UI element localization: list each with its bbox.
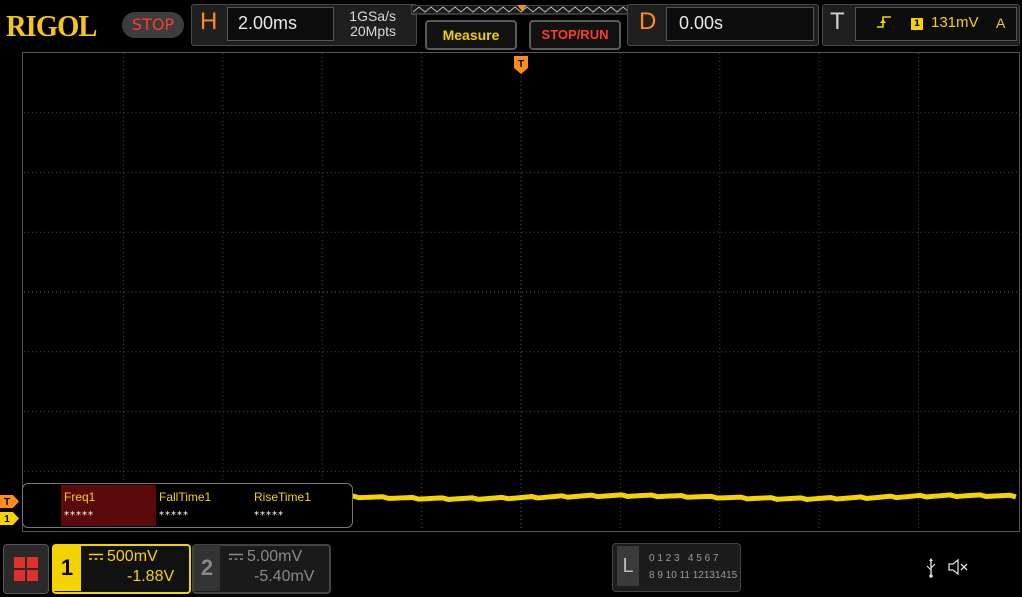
usb-icon xyxy=(926,558,936,578)
timebase-value: 2.00ms xyxy=(238,13,298,33)
rising-edge-icon xyxy=(877,16,891,28)
channel2-scale: 5.00mV xyxy=(247,548,303,565)
measurement-value: ***** xyxy=(64,510,94,521)
dc-coupling-icon xyxy=(89,553,103,560)
channel1-offset-marker[interactable]: 1 xyxy=(0,512,20,525)
trigger-position-marker[interactable]: T xyxy=(513,55,529,75)
waveform-grid[interactable] xyxy=(22,52,1020,532)
memory-depth: 20Mpts xyxy=(350,23,396,39)
measure-button[interactable]: Measure xyxy=(425,20,517,50)
brand-logo: RIGOL xyxy=(6,8,97,43)
logic-channels-row2: 8 9 10 11 12131415 xyxy=(649,570,738,581)
channel1-offset: -1.88V xyxy=(127,568,175,585)
measurement-name[interactable]: RiseTime1 xyxy=(254,490,311,504)
delay-label: D xyxy=(639,8,657,35)
channel1-scale: 500mV xyxy=(107,548,158,565)
logic-channels-row1: 0 1 2 3 4 5 6 7 xyxy=(649,553,719,564)
memory-position-indicator xyxy=(411,5,633,15)
speaker-muted-icon[interactable] xyxy=(948,558,970,576)
delay-value: 0.00s xyxy=(679,13,724,33)
trigger-mode: A xyxy=(996,15,1006,31)
home-grid-icon[interactable] xyxy=(3,544,49,594)
channel1-number[interactable]: 1 xyxy=(53,545,81,591)
trigger-position-marker-label: T xyxy=(518,59,524,70)
stop-run-button[interactable]: STOP/RUN xyxy=(529,20,621,50)
measurement-value: ***** xyxy=(254,510,284,521)
trigger-label: T xyxy=(830,8,845,35)
grid-lines xyxy=(24,53,1018,531)
measurement-name[interactable]: Freq1 xyxy=(64,490,95,504)
trigger-source-badge: 1 xyxy=(911,18,923,30)
horizontal-label: H xyxy=(200,8,218,35)
channel2-number[interactable]: 2 xyxy=(194,545,220,591)
trigger-level-marker[interactable]: T xyxy=(0,495,20,508)
measurement-value: ***** xyxy=(159,510,189,521)
logic-analyzer-label: L xyxy=(617,546,639,586)
channel1-offset-marker-label: 1 xyxy=(4,514,10,525)
trigger-level: 131mV xyxy=(931,14,979,31)
trigger-level-marker-label: T xyxy=(4,497,10,508)
acquisition-info: 1GSa/s 20Mpts xyxy=(342,9,396,39)
measurement-name[interactable]: FallTime1 xyxy=(159,490,211,504)
run-state-badge[interactable]: STOP xyxy=(122,12,184,38)
channel1-trace xyxy=(352,492,1017,502)
channel2-offset: -5.40mV xyxy=(254,568,315,585)
dc-coupling-icon xyxy=(229,553,243,560)
sample-rate: 1GSa/s xyxy=(349,8,396,24)
